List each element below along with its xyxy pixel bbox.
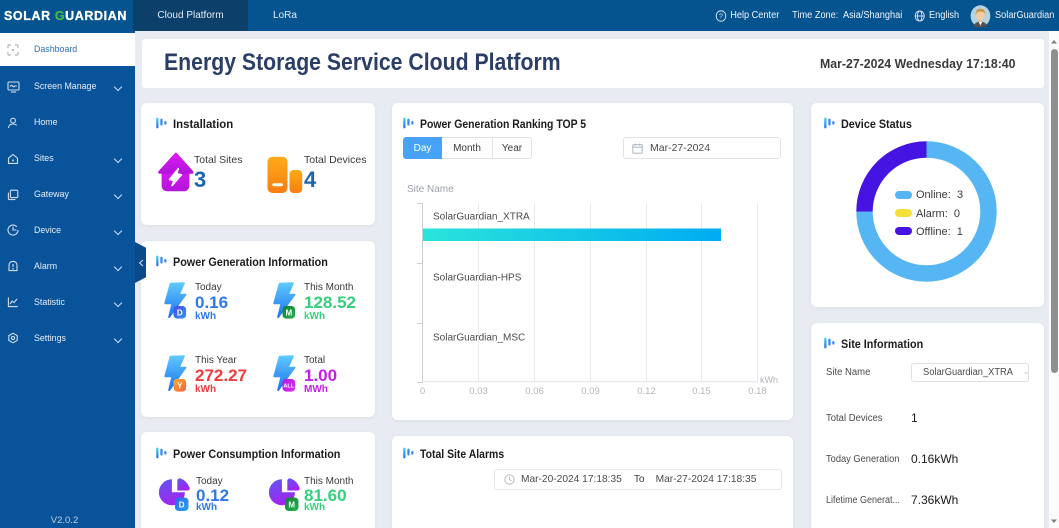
svg-text:SolarGuardian_MSC: SolarGuardian_MSC (433, 333, 525, 344)
svg-text:Y: Y (177, 381, 183, 390)
svg-text:SolarGuardian_XTRA: SolarGuardian_XTRA (433, 212, 530, 223)
svg-text:D: D (179, 500, 185, 509)
svg-text:M: M (285, 308, 292, 317)
svg-text:SolarGuardian-HPS: SolarGuardian-HPS (433, 273, 522, 284)
svg-text:0: 0 (420, 386, 425, 397)
svg-text:0.03: 0.03 (469, 386, 488, 397)
svg-text:0.15: 0.15 (692, 386, 711, 397)
svg-text:M: M (288, 500, 295, 509)
svg-text:D: D (177, 308, 183, 317)
svg-text:kWh: kWh (760, 375, 778, 385)
svg-text:0.18: 0.18 (748, 386, 767, 397)
svg-text:0.12: 0.12 (637, 386, 656, 397)
svg-text:ALL: ALL (283, 384, 294, 390)
svg-text:?: ? (719, 11, 723, 20)
svg-text:0.06: 0.06 (525, 386, 544, 397)
svg-text:0.09: 0.09 (581, 386, 600, 397)
